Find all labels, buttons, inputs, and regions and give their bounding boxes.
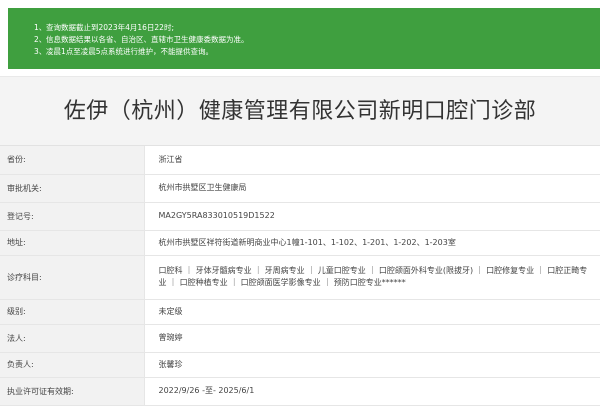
title-band: 佐伊（杭州）健康管理有限公司新明口腔门诊部 (0, 76, 600, 146)
row-value: 浙江省 (144, 146, 600, 175)
table-row-address: 地址: 杭州市拱墅区祥符街道新明商业中心1幢1-101、1-102、1-201、… (0, 230, 600, 256)
row-label: 地址: (0, 230, 145, 256)
notice-line-number: 3、 (34, 47, 47, 56)
institution-info-table: 省份: 浙江省 审批机关: 杭州市拱墅区卫生健康局 登记号: MA2GY5RA8… (0, 146, 600, 406)
page-title: 佐伊（杭州）健康管理有限公司新明口腔门诊部 (63, 99, 537, 124)
row-label: 执业许可证有效期: (0, 377, 145, 406)
row-value: 口腔科 ｜ 牙体牙髓病专业 ｜ 牙周病专业 ｜ 儿童口腔专业 ｜ 口腔颌面外科专… (144, 255, 600, 300)
notice-line-text: 查询数据截止到2023年4月16日22时; (46, 23, 174, 32)
row-value: 杭州市拱墅区祥符街道新明商业中心1幢1-101、1-102、1-201、1-20… (144, 230, 600, 256)
table-row-person-in-charge: 负责人: 张馨珍 (0, 352, 600, 378)
notice-line-number: 2、 (34, 35, 47, 44)
row-label: 诊疗科目: (0, 255, 145, 300)
table-row-legal-person: 法人: 曾琬婷 (0, 324, 600, 353)
table-row-level: 级别: 未定级 (0, 299, 600, 325)
row-value: 曾琬婷 (144, 324, 600, 353)
notice-line-text: 信息数据结果以各省、自治区、直辖市卫生健康委数据为准。 (46, 35, 249, 44)
row-value: MA2GY5RA833010519D1522 (144, 202, 600, 231)
table-row-registration-number: 登记号: MA2GY5RA833010519D1522 (0, 202, 600, 231)
row-label: 登记号: (0, 202, 145, 231)
row-label: 审批机关: (0, 174, 145, 203)
notice-line-text: 凌晨1点至凌晨5点系统进行维护，不能提供查询。 (46, 47, 214, 56)
table-row-approval-authority: 审批机关: 杭州市拱墅区卫生健康局 (0, 174, 600, 203)
row-value: 张馨珍 (144, 352, 600, 378)
row-label: 负责人: (0, 352, 145, 378)
table-row-departments: 诊疗科目: 口腔科 ｜ 牙体牙髓病专业 ｜ 牙周病专业 ｜ 儿童口腔专业 ｜ 口… (0, 255, 600, 300)
notice-line: 1、查询数据截止到2023年4月16日22时; (34, 22, 600, 34)
row-label: 省份: (0, 146, 145, 175)
notice-line: 2、信息数据结果以各省、自治区、直辖市卫生健康委数据为准。 (34, 34, 600, 46)
table-row-province: 省份: 浙江省 (0, 146, 600, 175)
notice-line: 3、凌晨1点至凌晨5点系统进行维护，不能提供查询。 (34, 46, 600, 58)
notice-banner: 1、查询数据截止到2023年4月16日22时; 2、信息数据结果以各省、自治区、… (8, 8, 600, 69)
row-value: 杭州市拱墅区卫生健康局 (144, 174, 600, 203)
table-row-license-validity: 执业许可证有效期: 2022/9/26 -至- 2025/6/1 (0, 377, 600, 406)
row-label: 法人: (0, 324, 145, 353)
row-value: 2022/9/26 -至- 2025/6/1 (144, 377, 600, 406)
row-value: 未定级 (144, 299, 600, 325)
notice-line-number: 1、 (34, 23, 47, 32)
row-label: 级别: (0, 299, 145, 325)
